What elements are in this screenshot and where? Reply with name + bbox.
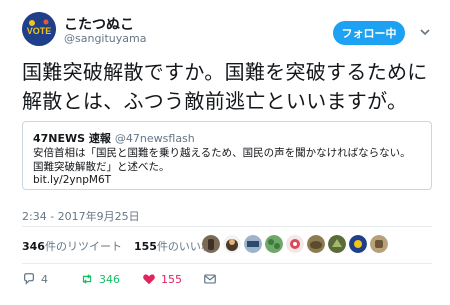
like-stat[interactable]: 155件のいいね — [134, 238, 212, 254]
quoted-tweet-link[interactable]: bit.ly/2ynpM6T — [33, 174, 111, 186]
direct-message-button[interactable] — [203, 272, 217, 286]
reply-count: 4 — [41, 272, 48, 286]
liker-avatar[interactable] — [307, 235, 325, 253]
chevron-down-icon[interactable] — [419, 26, 431, 38]
like-stat-count: 155 — [133, 240, 157, 253]
retweet-count: 346 — [99, 272, 120, 286]
divider — [22, 263, 432, 264]
tweet-actions: 4 346 155 — [22, 272, 432, 292]
liker-avatar[interactable] — [265, 235, 283, 253]
like-button[interactable]: 155 — [142, 272, 182, 286]
quoted-tweet-body: 安倍首相は「国民と国難を乗り越えるため、国民の声を聞かなければならない。国難突破… — [33, 147, 411, 173]
mail-icon — [204, 274, 216, 284]
retweet-icon — [82, 274, 92, 284]
retweet-stat-count: 346 — [22, 240, 45, 253]
heart-icon — [143, 274, 155, 285]
tweet-text-line-2: 解散とは、ふつう敵前逃亡といいますが。 — [22, 89, 408, 113]
display-name[interactable]: こたつぬこ — [64, 14, 134, 34]
following-button[interactable]: フォロー中 — [333, 21, 405, 45]
divider — [22, 226, 432, 227]
like-count: 155 — [161, 272, 182, 286]
reply-icon — [24, 273, 34, 285]
quoted-tweet[interactable]: 47NEWS 速報 @47newsflash 安倍首相は「国民と国難を乗り越えるた… — [22, 121, 432, 190]
liker-avatar[interactable] — [202, 235, 220, 253]
profile-avatar[interactable]: VOTE — [22, 12, 56, 46]
liker-avatar[interactable] — [244, 235, 262, 253]
tweet-text-line-1: 国難突破解散ですか。国難を突破するために — [22, 60, 428, 84]
quoted-tweet-name: 47NEWS 速報 — [33, 132, 111, 145]
avatar-text: VOTE — [27, 26, 52, 36]
quoted-tweet-handle: @47newsflash — [114, 132, 195, 145]
reply-button[interactable]: 4 — [22, 272, 48, 286]
retweet-stat-label: 件のリツイート — [44, 240, 122, 253]
liker-avatar[interactable] — [286, 235, 304, 253]
liker-avatar[interactable] — [349, 235, 367, 253]
retweet-stat[interactable]: 346件のリツイート — [22, 238, 122, 254]
liker-avatar[interactable] — [223, 235, 241, 253]
liker-avatar[interactable] — [370, 235, 388, 253]
liker-avatar[interactable] — [328, 235, 346, 253]
user-handle[interactable]: @sangituyama — [64, 32, 146, 45]
tweet-stats: 346件のリツイート 155件のいいね — [22, 238, 212, 254]
retweet-button[interactable]: 346 — [80, 272, 120, 286]
quoted-tweet-header: 47NEWS 速報 @47newsflash — [33, 130, 195, 146]
tweet-timestamp[interactable]: 2:34 - 2017年9月25日 — [22, 208, 140, 224]
tweet-text: 国難突破解散ですか。国難を突破するために 解散とは、ふつう敵前逃亡といいますが。 — [22, 58, 442, 116]
liker-avatars — [202, 235, 388, 253]
